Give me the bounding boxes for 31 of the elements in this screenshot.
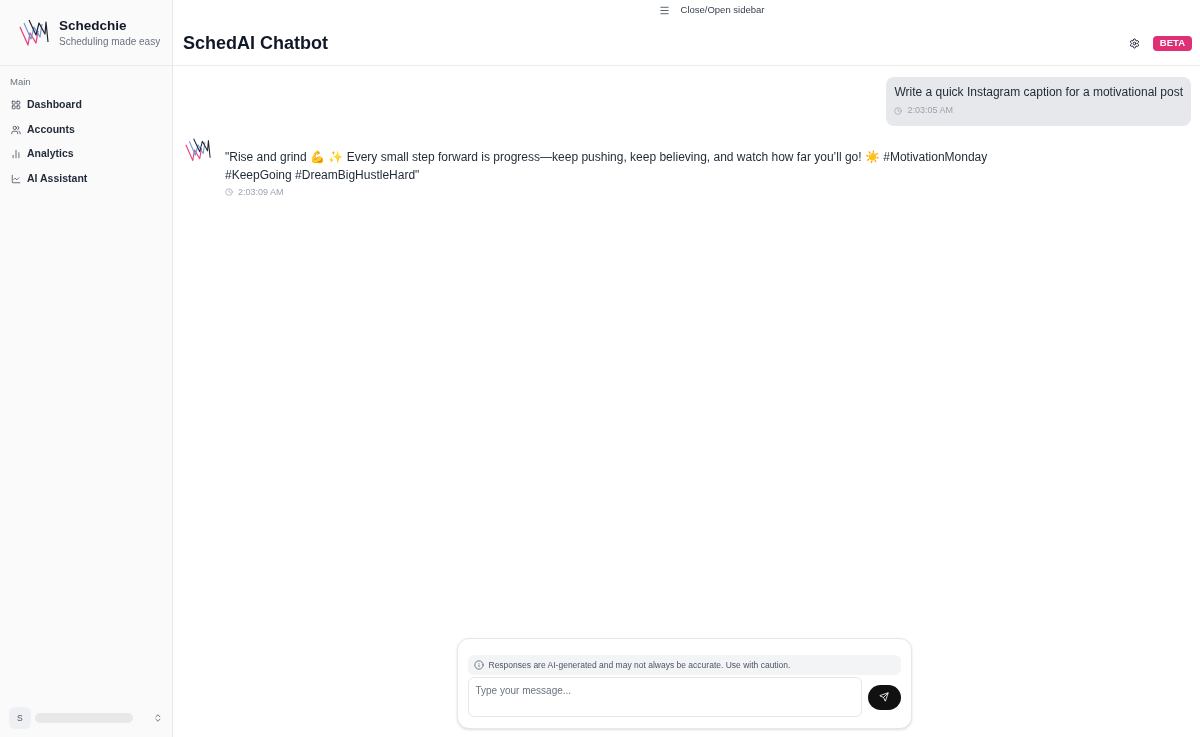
nav-item[interactable]: Accounts bbox=[10, 117, 162, 142]
message-text: Write a quick Instagram caption for a motivational post bbox=[894, 85, 1183, 100]
clock-icon bbox=[225, 188, 233, 197]
nav-item[interactable]: AI Assistant bbox=[10, 166, 162, 191]
section-label: Main bbox=[10, 76, 31, 88]
brand-tagline: Scheduling made easy bbox=[59, 34, 161, 49]
nav-item[interactable]: Analytics bbox=[10, 142, 162, 167]
message-time: 2:03:09 AM bbox=[238, 185, 284, 199]
menu-icon bbox=[658, 5, 670, 16]
bot-avatar-icon bbox=[185, 136, 211, 163]
user-avatar[interactable]: S bbox=[9, 707, 31, 729]
line-chart-icon bbox=[11, 173, 21, 184]
message-input[interactable]: Type your message... bbox=[467, 677, 862, 717]
send-button[interactable] bbox=[867, 684, 901, 710]
message-text: "Rise and grind 💪 ✨ Every small step forward is progress—keep pushing, keep believing, and watch how far you’ll go! ☀ #MotivationMonday #KeepGoing #DreamBigHustleHard" bbox=[225, 148, 989, 184]
info-icon bbox=[473, 660, 484, 670]
grid-icon bbox=[11, 100, 21, 111]
chevrons-up-down-icon[interactable] bbox=[153, 713, 163, 723]
bar-chart-icon bbox=[11, 149, 21, 160]
nav-item[interactable]: Dashboard bbox=[10, 93, 162, 118]
send-icon bbox=[879, 692, 889, 702]
sidebar-toggle-button[interactable]: Close/Open sidebar bbox=[658, 3, 765, 18]
clock-icon bbox=[894, 106, 903, 115]
page-title: SchedAI Chatbot bbox=[183, 31, 328, 54]
users-icon bbox=[11, 124, 21, 135]
brand-name: Schedchie bbox=[59, 16, 128, 35]
message-time: 2:03:05 AM bbox=[907, 104, 953, 117]
beta-badge: BETA bbox=[1152, 35, 1192, 51]
brand-logo-icon bbox=[19, 17, 49, 48]
settings-icon[interactable] bbox=[1128, 37, 1140, 49]
disclaimer-text: Responses are AI-generated and may not always be accurate. Use with caution. bbox=[488, 658, 791, 672]
